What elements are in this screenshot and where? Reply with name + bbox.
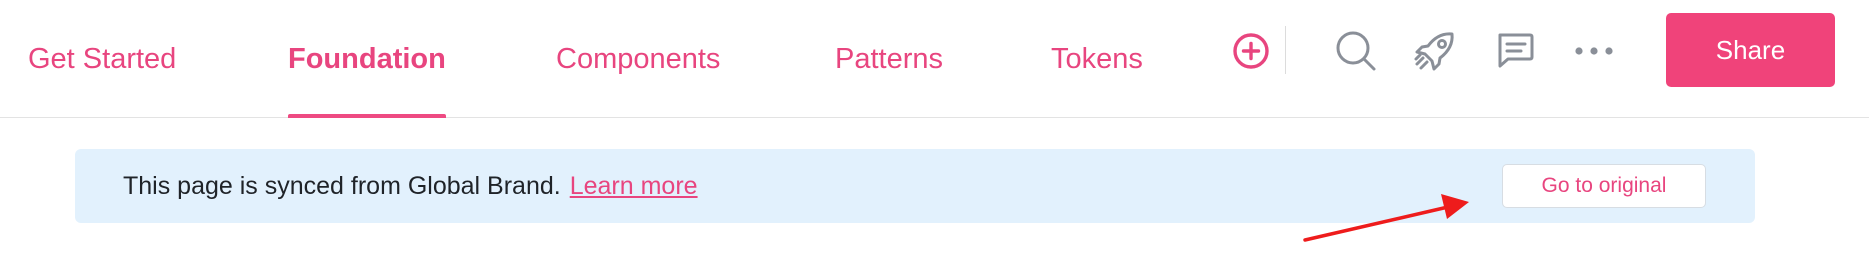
tab-components[interactable]: Components xyxy=(556,0,720,118)
more-options-button[interactable] xyxy=(1570,27,1618,75)
deploy-button[interactable] xyxy=(1411,27,1459,75)
share-button-label: Share xyxy=(1715,34,1786,65)
comment-icon xyxy=(1498,33,1534,68)
tab-label: Foundation xyxy=(288,42,446,75)
add-circle-icon xyxy=(1233,33,1269,69)
banner-message: This page is synced from Global Brand. L… xyxy=(123,149,698,223)
search-icon xyxy=(1336,31,1376,71)
add-tab-button[interactable] xyxy=(1227,27,1275,75)
sync-notice-banner: This page is synced from Global Brand. L… xyxy=(75,149,1755,223)
top-navigation-bar: Get Started Foundation Components Patter… xyxy=(0,0,1869,118)
learn-more-link[interactable]: Learn more xyxy=(570,172,698,201)
comments-button[interactable] xyxy=(1491,27,1539,75)
tab-get-started[interactable]: Get Started xyxy=(28,0,176,118)
tab-foundation[interactable]: Foundation xyxy=(288,0,446,118)
rocket-icon xyxy=(1414,32,1454,71)
go-to-original-label: Go to original xyxy=(1541,174,1667,197)
share-button[interactable]: Share xyxy=(1666,13,1835,87)
go-to-original-button[interactable]: Go to original xyxy=(1502,164,1706,208)
tab-label: Patterns xyxy=(835,42,943,75)
tab-label: Components xyxy=(556,42,721,75)
banner-message-text: This page is synced from Global Brand. xyxy=(123,171,561,200)
tab-patterns[interactable]: Patterns xyxy=(835,0,943,118)
tab-label: Tokens xyxy=(1051,42,1143,75)
toolbar-divider xyxy=(1285,26,1286,74)
search-button[interactable] xyxy=(1332,27,1380,75)
more-icon xyxy=(1575,47,1613,55)
tab-label: Get Started xyxy=(28,42,177,75)
tab-tokens[interactable]: Tokens xyxy=(1051,0,1143,118)
active-tab-indicator xyxy=(288,114,446,118)
